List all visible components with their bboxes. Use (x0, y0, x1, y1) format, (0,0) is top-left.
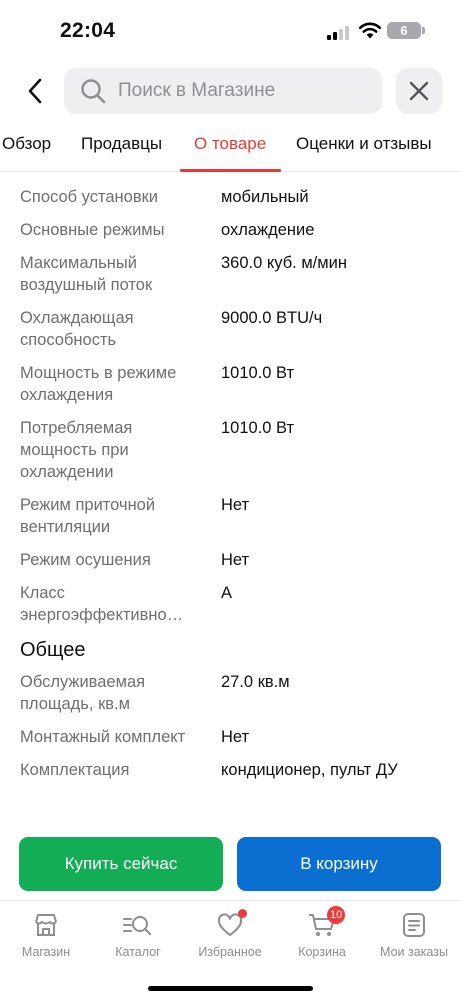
nav-item-orders[interactable]: Мои заказы (368, 909, 460, 959)
spec-value: 360.0 куб. м/мин (221, 254, 347, 272)
tab-bar: Обзор Продавцы О товаре Оценки и отзывы (0, 128, 461, 172)
spec-value: мобильный (221, 188, 309, 206)
nav-label: Корзина (298, 945, 346, 959)
tab-sellers[interactable]: Продавцы (81, 134, 162, 154)
spec-label: Потребляемая мощность при охлаждении (20, 419, 133, 481)
nav-item-favorites[interactable]: Избранное (184, 909, 276, 959)
spec-row: Режим осушения Нет (0, 549, 461, 571)
nav-label: Избранное (198, 945, 262, 959)
tab-about-product[interactable]: О товаре (194, 134, 266, 154)
spec-label: Обслуживаемая площадь, кв.м (20, 673, 146, 713)
spec-value: Нет (221, 551, 250, 569)
back-button[interactable] (18, 74, 52, 108)
spec-row: Основные режимы охлаждение (0, 219, 461, 241)
spec-row: Мощность в режиме охлаждения 1010.0 Вт (0, 362, 461, 406)
status-bar: 22:04 6 (0, 0, 461, 60)
buy-now-button[interactable]: Купить сейчас (19, 837, 223, 891)
spec-value: 27.0 кв.м (221, 673, 290, 691)
spec-value: 1010.0 Вт (221, 419, 295, 437)
spec-label: Режим осушения (20, 551, 151, 569)
add-to-cart-button[interactable]: В корзину (237, 837, 441, 891)
signal-icon (327, 24, 351, 40)
spec-label: Монтажный комплект (20, 728, 186, 746)
action-bar: Купить сейчас В корзину (0, 837, 461, 891)
spec-label: Класс энергоэффективно… (20, 584, 184, 624)
product-specs[interactable]: Способ установки мобильный Основные режи… (0, 172, 461, 825)
status-time: 22:04 (60, 19, 116, 42)
battery-indicator: 6 (387, 22, 421, 39)
battery-tip (422, 27, 425, 34)
spec-row: Потребляемая мощность при охлаждении 101… (0, 417, 461, 483)
spec-label: Способ установки (20, 188, 159, 206)
spec-row: Режим приточной вентиляции Нет (0, 494, 461, 538)
spec-row: Монтажный комплект Нет (0, 726, 461, 748)
spec-row: Комплектация кондиционер, пульт ДУ (0, 759, 461, 781)
search-icon (81, 79, 106, 104)
spec-label: Мощность в режиме охлаждения (20, 364, 177, 404)
section-title-general: Общее (20, 639, 86, 661)
nav-item-cart[interactable]: 10 Корзина (276, 906, 368, 959)
spec-value: кондиционер, пульт ДУ (221, 761, 398, 779)
spec-row: Способ установки мобильный (0, 186, 461, 208)
home-indicator (148, 986, 313, 991)
search-row (0, 68, 461, 114)
nav-label: Магазин (21, 945, 71, 959)
search-input[interactable] (118, 80, 358, 102)
catalog-search-icon (123, 916, 152, 936)
orders-icon (403, 913, 425, 937)
nav-item-catalog[interactable]: Каталог (92, 909, 184, 959)
spec-label: Режим приточной вентиляции (20, 496, 156, 536)
close-icon (409, 81, 429, 101)
nav-label: Мои заказы (380, 945, 448, 959)
close-button[interactable] (396, 68, 442, 114)
spec-row: Класс энергоэффективно… A (0, 582, 461, 626)
bottom-nav: Магазин Каталог Избранное 10 Корзина Мои… (0, 900, 461, 999)
spec-value: 1010.0 Вт (221, 364, 295, 382)
chevron-left-icon (28, 78, 42, 104)
nav-label: Каталог (115, 945, 161, 959)
spec-label: Охлаждающая способность (20, 309, 134, 349)
spec-row: Обслуживаемая площадь, кв.м 27.0 кв.м (0, 671, 461, 715)
spec-value: 9000.0 BTU/ч (221, 309, 323, 327)
spec-label: Комплектация (20, 761, 130, 779)
spec-value: A (221, 584, 233, 602)
spec-label: Основные режимы (20, 221, 165, 239)
cart-badge: 10 (327, 906, 346, 924)
spec-value: охлаждение (221, 221, 315, 239)
favorites-notification-dot (238, 909, 247, 918)
spec-value: Нет (221, 496, 250, 514)
spec-label: Максимальный воздушный поток (20, 254, 153, 294)
tab-overview[interactable]: Обзор (2, 134, 51, 154)
wifi-icon (358, 22, 382, 39)
spec-row: Охлаждающая способность 9000.0 BTU/ч (0, 307, 461, 351)
search-box[interactable] (64, 68, 382, 114)
tab-reviews[interactable]: Оценки и отзывы (296, 134, 432, 154)
spec-value: Нет (221, 728, 250, 746)
spec-row: Максимальный воздушный поток 360.0 куб. … (0, 252, 461, 296)
nav-item-store[interactable]: Магазин (0, 909, 92, 959)
store-icon (35, 914, 57, 936)
